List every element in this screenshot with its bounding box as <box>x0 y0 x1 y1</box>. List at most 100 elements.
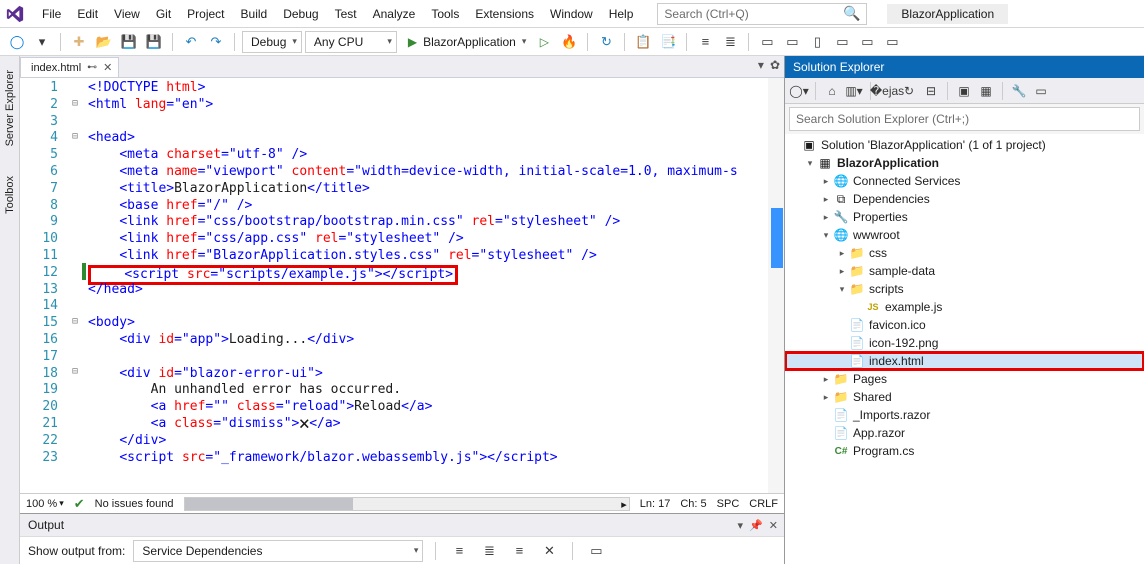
output-tool-4[interactable]: ▭ <box>585 540 607 562</box>
col-indicator[interactable]: Ch: 5 <box>680 498 706 510</box>
tree-node[interactable]: 📄favicon.ico <box>785 316 1144 334</box>
menu-edit[interactable]: Edit <box>69 3 106 25</box>
toolbox-tab[interactable]: Toolbox <box>2 170 18 220</box>
menu-file[interactable]: File <box>34 3 69 25</box>
indent-less-button[interactable]: ≡ <box>694 31 716 53</box>
menu-project[interactable]: Project <box>179 3 232 25</box>
se-sync-button[interactable]: �ejas <box>877 81 897 101</box>
nav-fwd-button[interactable]: ▾ <box>31 31 53 53</box>
se-collapse-button[interactable]: ⊟ <box>921 81 941 101</box>
tree-node[interactable]: ▸🔧Properties <box>785 208 1144 226</box>
se-properties-button[interactable]: 🔧 <box>1009 81 1029 101</box>
hot-reload-button[interactable]: 🔥 <box>558 31 580 53</box>
indent-more-button[interactable]: ≣ <box>719 31 741 53</box>
uncomment-button[interactable]: ▭ <box>781 31 803 53</box>
main-toolbar: ◯ ▾ ✚ 📂 💾 💾 ↶ ↷ Debug▾ Any CPU▾ ▶BlazorA… <box>0 28 1144 56</box>
platform-dropdown[interactable]: Any CPU▾ <box>305 31 397 53</box>
menu-test[interactable]: Test <box>327 3 365 25</box>
tool-btn-a[interactable]: ▭ <box>831 31 853 53</box>
server-explorer-tab[interactable]: Server Explorer <box>2 64 18 152</box>
comment-button[interactable]: ▭ <box>756 31 778 53</box>
tree-node[interactable]: ▾📁scripts <box>785 280 1144 298</box>
output-tool-3[interactable]: ≡ <box>508 540 530 562</box>
tree-node[interactable]: ▸📁Pages <box>785 370 1144 388</box>
tree-node[interactable]: ▣Solution 'BlazorApplication' (1 of 1 pr… <box>785 136 1144 154</box>
output-tool-2[interactable]: ≣ <box>478 540 500 562</box>
tool-btn-b[interactable]: ▭ <box>856 31 878 53</box>
se-showall-button[interactable]: ▣ <box>954 81 974 101</box>
solution-explorer-search[interactable]: Search Solution Explorer (Ctrl+;) <box>789 107 1140 131</box>
new-item-button[interactable]: ✚ <box>68 31 90 53</box>
output-close-icon[interactable]: ✕ <box>769 519 778 532</box>
overview-ruler[interactable] <box>768 78 784 493</box>
menu-tools[interactable]: Tools <box>423 3 467 25</box>
tree-node[interactable]: 📄index.html <box>785 352 1144 370</box>
se-preview-pane-button[interactable]: ▭ <box>1031 81 1051 101</box>
zoom-dropdown[interactable]: 100 %▾ <box>26 498 64 510</box>
eol-indicator[interactable]: CRLF <box>749 498 778 510</box>
bookmark-button[interactable]: ▯ <box>806 31 828 53</box>
start-nodebug-button[interactable]: ▷ <box>533 31 555 53</box>
save-button[interactable]: 💾 <box>118 31 140 53</box>
solution-name-badge[interactable]: BlazorApplication <box>887 4 1008 24</box>
tree-node[interactable]: ▸📁Shared <box>785 388 1144 406</box>
menu-view[interactable]: View <box>106 3 148 25</box>
tree-node[interactable]: C#Program.cs <box>785 442 1144 460</box>
output-panel: Output ▾ 📌 ✕ Show output from: Service D… <box>20 513 784 564</box>
se-view-button[interactable]: ▥▾ <box>844 81 864 101</box>
editor-status-bar: 100 %▾ ✔ No issues found ◂▸ Ln: 17 Ch: 5… <box>20 493 784 513</box>
output-source-dropdown[interactable]: Service Dependencies▾ <box>133 540 423 562</box>
menu-extensions[interactable]: Extensions <box>467 3 542 25</box>
close-icon[interactable]: ✕ <box>103 61 112 74</box>
menu-debug[interactable]: Debug <box>275 3 326 25</box>
se-refresh-button[interactable]: ↻ <box>899 81 919 101</box>
tree-node[interactable]: ▾🌐wwwroot <box>785 226 1144 244</box>
open-button[interactable]: 📂 <box>93 31 115 53</box>
line-indicator[interactable]: Ln: 17 <box>640 498 671 510</box>
indent-indicator[interactable]: SPC <box>717 498 740 510</box>
menu-analyze[interactable]: Analyze <box>365 3 424 25</box>
redo-button[interactable]: ↷ <box>205 31 227 53</box>
output-dropdown-icon[interactable]: ▾ <box>738 519 744 532</box>
tree-node[interactable]: 📄icon-192.png <box>785 334 1144 352</box>
output-clear-button[interactable]: ✕ <box>538 540 560 562</box>
menu-build[interactable]: Build <box>233 3 276 25</box>
tab-overflow-button[interactable]: ▾ <box>758 58 764 72</box>
tree-node[interactable]: 📄App.razor <box>785 424 1144 442</box>
solution-explorer-title[interactable]: Solution Explorer <box>785 56 1144 78</box>
menu-help[interactable]: Help <box>601 3 642 25</box>
solution-tree[interactable]: ▣Solution 'BlazorApplication' (1 of 1 pr… <box>785 134 1144 564</box>
nav-back-button[interactable]: ◯ <box>6 31 28 53</box>
output-title-label: Output <box>28 518 64 532</box>
tree-node[interactable]: ▸📁sample-data <box>785 262 1144 280</box>
tab-settings-button[interactable]: ✿ <box>770 58 780 72</box>
output-tool-1[interactable]: ≡ <box>448 540 470 562</box>
tree-node[interactable]: ▾▦BlazorApplication <box>785 154 1144 172</box>
tree-node[interactable]: ▸🌐Connected Services <box>785 172 1144 190</box>
code-editor[interactable]: 1234567891011121314151617181920212223 ⊟⊟… <box>20 78 784 493</box>
undo-button[interactable]: ↶ <box>180 31 202 53</box>
tool-btn-c[interactable]: ▭ <box>881 31 903 53</box>
save-all-button[interactable]: 💾 <box>143 31 165 53</box>
se-home-button[interactable]: ⌂ <box>822 81 842 101</box>
global-search-input[interactable]: Search (Ctrl+Q) 🔍 <box>657 3 867 25</box>
solution-explorer-search-placeholder: Search Solution Explorer (Ctrl+;) <box>796 112 969 126</box>
issues-label[interactable]: No issues found <box>95 498 174 510</box>
tree-node[interactable]: ▸⧉Dependencies <box>785 190 1144 208</box>
editor-horizontal-scrollbar[interactable]: ◂▸ <box>184 497 630 511</box>
document-tab-index[interactable]: index.html ⊷ ✕ <box>20 57 119 77</box>
tool-btn-2[interactable]: 📑 <box>657 31 679 53</box>
tree-node[interactable]: JSexample.js <box>785 298 1144 316</box>
menu-window[interactable]: Window <box>542 3 601 25</box>
tool-btn-1[interactable]: 📋 <box>632 31 654 53</box>
se-back-button[interactable]: ◯▾ <box>789 81 809 101</box>
pin-icon[interactable]: ⊷ <box>87 62 97 73</box>
output-pin-icon[interactable]: 📌 <box>749 519 763 532</box>
tree-node[interactable]: ▸📁css <box>785 244 1144 262</box>
tree-node[interactable]: 📄_Imports.razor <box>785 406 1144 424</box>
config-dropdown[interactable]: Debug▾ <box>242 31 302 53</box>
se-preview-button[interactable]: ▦ <box>976 81 996 101</box>
browser-link-button[interactable]: ↻ <box>595 31 617 53</box>
start-debug-button[interactable]: ▶BlazorApplication▾ <box>400 31 530 53</box>
menu-git[interactable]: Git <box>148 3 179 25</box>
